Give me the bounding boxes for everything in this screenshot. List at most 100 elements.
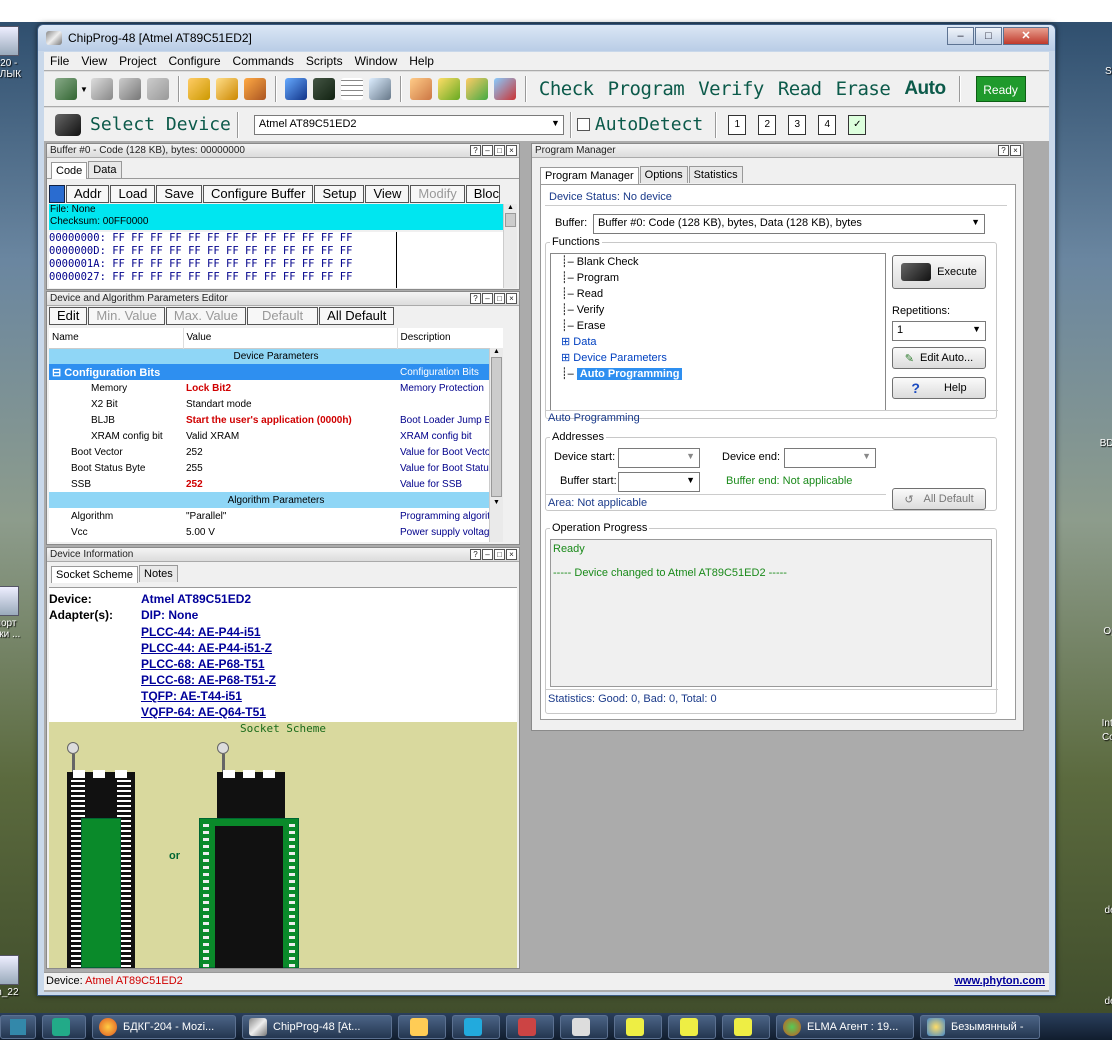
minimize-icon[interactable]: –	[482, 145, 493, 156]
start-button[interactable]	[0, 1014, 36, 1039]
device-combobox[interactable]: Atmel AT89C51ED2 ▼	[253, 114, 564, 135]
desktop-label-right-1[interactable]: SR	[1092, 66, 1112, 77]
menu-scripts[interactable]: Scripts	[300, 54, 349, 68]
open-project-icon[interactable]	[90, 78, 113, 100]
maximize-icon[interactable]: □	[494, 549, 505, 560]
socket-3-icon[interactable]: 3	[788, 114, 807, 135]
buffer-menu-icon[interactable]	[49, 185, 65, 203]
minimize-icon[interactable]: –	[482, 549, 493, 560]
desktop-label-right-2[interactable]: BDK	[1090, 438, 1112, 449]
menu-configure[interactable]: Configure	[163, 54, 227, 68]
tab-code[interactable]: Code	[51, 162, 88, 179]
setup-button[interactable]: Setup	[314, 185, 365, 203]
desktop-label-right-7[interactable]: de	[1090, 996, 1112, 1007]
menu-help[interactable]: Help	[403, 54, 440, 68]
program-button[interactable]: Program	[608, 78, 685, 100]
adapter-link[interactable]: PLCC-44: AE-P44-i51-Z	[141, 640, 276, 656]
configure-buffer-button[interactable]: Configure Buffer	[203, 185, 314, 203]
taskbar-app[interactable]	[506, 1014, 554, 1039]
function-item[interactable]: ┊– Blank Check	[561, 254, 885, 270]
table-row[interactable]: Memory Lock Bit2 Memory Protection	[49, 380, 503, 396]
desktop-label-right-3[interactable]: Op	[1090, 626, 1112, 637]
collapse-icon[interactable]: ⊟	[52, 367, 61, 379]
col-description-header[interactable]: Description	[396, 328, 503, 348]
close-icon[interactable]: ×	[506, 293, 517, 304]
minimize-button[interactable]: –	[947, 27, 974, 45]
tab-statistics[interactable]: Statistics	[688, 166, 743, 183]
search-icon[interactable]	[368, 78, 391, 100]
execute-button[interactable]: Execute	[892, 255, 986, 289]
verify-button[interactable]: Verify	[698, 78, 764, 100]
device-start-combobox[interactable]: ▼	[618, 448, 700, 468]
table-row[interactable]: SSB 252 Value for SSB	[49, 476, 503, 492]
table-row[interactable]: Algorithm "Parallel" Programming algorith	[49, 508, 503, 524]
select-device-button[interactable]: Select Device	[90, 114, 231, 135]
default-button[interactable]: Default	[246, 307, 319, 325]
taskbar-app[interactable]	[560, 1014, 608, 1039]
close-icon[interactable]: ×	[1010, 145, 1021, 156]
minimize-icon[interactable]: –	[482, 293, 493, 304]
table-row[interactable]: BLJB Start the user's application (0000h)…	[49, 412, 503, 428]
taskbar-app[interactable]	[614, 1014, 662, 1039]
load-button[interactable]: Load	[110, 185, 156, 203]
close-button[interactable]: ✕	[1003, 27, 1049, 45]
all-sockets-icon[interactable]: ✓	[848, 114, 867, 135]
menu-project[interactable]: Project	[113, 54, 162, 68]
expand-icon[interactable]: ⊞	[561, 336, 570, 348]
params-scrollbar[interactable]: ▲ ▼	[489, 348, 503, 542]
help-icon[interactable]: ?	[470, 549, 481, 560]
tab-notes[interactable]: Notes	[139, 565, 178, 582]
modify-button[interactable]: Modify	[410, 185, 465, 203]
new-project-icon[interactable]	[55, 78, 77, 100]
menu-window[interactable]: Window	[349, 54, 404, 68]
desktop-icon-left-1[interactable]: 620 -ЫЛЫК	[0, 26, 26, 80]
expand-icon[interactable]: ⊞	[561, 352, 570, 364]
function-item[interactable]: ⊞ Device Parameters	[561, 350, 885, 366]
grid-icon[interactable]	[340, 78, 363, 100]
tab-data[interactable]: Data	[88, 161, 122, 178]
function-item[interactable]: ┊– Verify	[561, 302, 885, 318]
view-button[interactable]: View	[365, 185, 410, 203]
edit-auto-button[interactable]: ✎ Edit Auto...	[892, 347, 986, 369]
read-button[interactable]: Read	[778, 78, 822, 100]
close-icon[interactable]: ×	[506, 549, 517, 560]
title-bar[interactable]: ChipProg-48 [Atmel AT89C51ED2] – □ ✕	[38, 25, 1055, 51]
close-project-icon[interactable]	[146, 78, 169, 100]
table-row[interactable]: Boot Vector 252 Value for Boot Vecto	[49, 444, 503, 460]
taskbar-app[interactable]	[722, 1014, 770, 1039]
taskbar-item-elma[interactable]: ELMA Агент : 19...	[776, 1014, 914, 1039]
menu-commands[interactable]: Commands	[227, 54, 300, 68]
col-name-header[interactable]: Name	[49, 328, 183, 348]
autodetect-label[interactable]: AutoDetect	[595, 114, 703, 135]
hex-view[interactable]: 00000000: FF FF FF FF FF FF FF FF FF FF …	[49, 232, 503, 288]
table-row[interactable]: XRAM config bit Valid XRAM XRAM config bit	[49, 428, 503, 444]
tab-socket-scheme[interactable]: Socket Scheme	[51, 566, 139, 583]
close-icon[interactable]: ×	[506, 145, 517, 156]
all-default-pm-button[interactable]: ↺ All Default	[892, 488, 986, 510]
taskbar-pinned-app[interactable]	[42, 1014, 86, 1039]
min-value-button[interactable]: Min. Value	[88, 307, 165, 325]
addr-button[interactable]: Addr	[66, 185, 110, 203]
reload-file-icon[interactable]	[215, 78, 238, 100]
chart-icon[interactable]	[493, 78, 516, 100]
programmer-icon[interactable]	[284, 78, 307, 100]
function-item[interactable]: ⊞ Data	[561, 334, 885, 350]
block-button[interactable]: Block	[465, 185, 500, 203]
taskbar-item-firefox[interactable]: БДКГ-204 - Mozi...	[92, 1014, 236, 1039]
check-button[interactable]: Check	[539, 78, 594, 100]
maximize-icon[interactable]: □	[494, 293, 505, 304]
max-value-button[interactable]: Max. Value	[165, 307, 246, 325]
function-item[interactable]: ┊– Erase	[561, 318, 885, 334]
save-file-icon[interactable]	[243, 78, 266, 100]
socket-1-icon[interactable]: 1	[728, 114, 747, 135]
menu-view[interactable]: View	[75, 54, 113, 68]
table-row[interactable]: ⊟ Configuration Bits Configuration Bits	[49, 364, 503, 380]
buffer-start-combobox[interactable]: ▼	[618, 472, 700, 492]
help-button[interactable]: ? Help	[892, 377, 986, 399]
add-icon[interactable]	[465, 78, 488, 100]
dropdown-arrow-icon[interactable]: ▼	[80, 85, 88, 94]
table-row[interactable]: Vcc 5.00 V Power supply voltage	[49, 524, 503, 540]
table-row[interactable]: Boot Status Byte 255 Value for Boot Status	[49, 460, 503, 476]
table-row[interactable]: X2 Bit Standart mode	[49, 396, 503, 412]
help-icon[interactable]: ?	[470, 145, 481, 156]
